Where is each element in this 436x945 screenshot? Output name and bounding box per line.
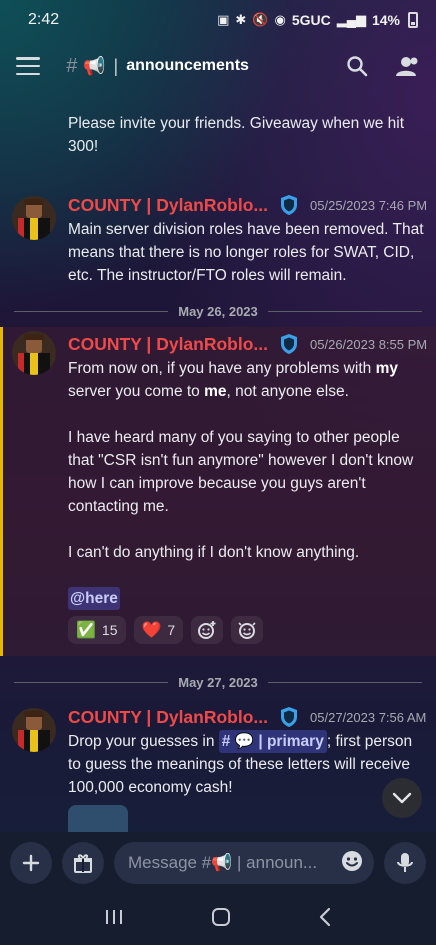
recent-apps-icon[interactable]	[104, 908, 124, 931]
add-reaction-button[interactable]	[191, 616, 224, 644]
battery-icon	[408, 12, 418, 28]
check-mark-icon: ✅	[76, 622, 96, 639]
avatar[interactable]	[12, 331, 56, 375]
verified-badge-icon	[278, 706, 300, 728]
verified-badge-icon	[278, 194, 300, 216]
message-timestamp: 05/25/2023 7:46 PM	[310, 197, 428, 213]
super-reaction-icon	[238, 622, 256, 639]
message-continuation: Please invite your friends. Giveaway whe…	[0, 112, 436, 158]
message-timestamp: 05/27/2023 7:56 AM	[310, 709, 427, 725]
add-super-reaction-button[interactable]	[231, 616, 264, 644]
reaction-bar: ✅ 15 ❤️ 7	[68, 616, 424, 644]
message-input[interactable]: Message #📢 | announ...	[114, 842, 374, 884]
reaction-count: 15	[101, 622, 118, 638]
verified-badge-icon	[278, 333, 300, 355]
message-content: Please invite your friends. Giveaway whe…	[68, 115, 404, 155]
message-input-placeholder: Message #📢 | announ...	[128, 853, 318, 872]
hotspot-icon: ◉	[274, 12, 286, 27]
message-content: Drop your guesses in # 💬 | primary; firs…	[68, 730, 424, 799]
date-divider: May 26, 2023	[0, 299, 436, 323]
reaction-count: 7	[167, 622, 176, 638]
message-highlighted[interactable]: COUNTY | DylanRoblo... 05/26/2023 8:55 P…	[0, 327, 436, 656]
channel-name[interactable]: announcements	[126, 57, 249, 75]
reaction-heart[interactable]: ❤️ 7	[133, 616, 184, 644]
message-content: From now on, if you have any problems wi…	[68, 357, 424, 610]
message-list[interactable]: Please invite your friends. Giveaway whe…	[0, 92, 436, 832]
status-time: 2:42	[28, 11, 60, 28]
menu-icon[interactable]	[16, 57, 40, 75]
author-name[interactable]: COUNTY | DylanRoblo...	[68, 334, 268, 355]
gift-button[interactable]	[62, 842, 104, 884]
megaphone-icon: 📢	[83, 55, 106, 76]
add-reaction-icon	[198, 621, 216, 639]
reaction-check[interactable]: ✅ 15	[68, 616, 126, 644]
status-icons: ▣ ✱ 🔇 ◉ 5GUC ▂▄▆ 14%	[217, 12, 418, 28]
channel-header: # 📢 | announcements	[0, 40, 436, 92]
chevron-down-icon	[392, 792, 412, 804]
emoji-picker-icon[interactable]	[340, 849, 364, 878]
mute-icon: 🔇	[252, 12, 269, 27]
add-attachment-button[interactable]	[10, 842, 52, 884]
back-icon[interactable]	[318, 907, 332, 932]
search-icon[interactable]	[346, 55, 368, 77]
author-name[interactable]: COUNTY | DylanRoblo...	[68, 707, 268, 728]
here-mention[interactable]: @here	[68, 587, 120, 610]
message[interactable]: COUNTY | DylanRoblo... 05/25/2023 7:46 P…	[0, 192, 436, 287]
message[interactable]: COUNTY | DylanRoblo... 05/27/2023 7:56 A…	[0, 704, 436, 832]
home-icon[interactable]	[211, 907, 231, 932]
channel-link-primary[interactable]: # 💬 | primary	[218, 730, 327, 753]
channel-separator: |	[113, 55, 119, 76]
microphone-icon	[397, 853, 413, 872]
channel-hash-icon: #	[66, 54, 78, 77]
members-icon[interactable]	[394, 55, 420, 77]
battery-percent: 14%	[371, 12, 400, 28]
heart-icon: ❤️	[141, 622, 162, 639]
plus-icon	[22, 854, 40, 872]
attachment-thumbnail[interactable]	[68, 805, 128, 832]
jump-to-bottom-button[interactable]	[382, 778, 422, 818]
gift-icon	[74, 854, 92, 873]
voice-message-button[interactable]	[384, 842, 426, 884]
message-composer: Message #📢 | announ...	[0, 832, 436, 894]
avatar[interactable]	[12, 708, 56, 752]
system-navigation-bar	[0, 894, 436, 945]
lock-icon: ▣	[217, 12, 230, 27]
date-divider: May 27, 2023	[0, 670, 436, 694]
avatar[interactable]	[12, 196, 56, 240]
network-type: 5GUC	[291, 12, 331, 28]
signal-icon: ▂▄▆	[336, 12, 366, 27]
message-content: Main server division roles have been rem…	[68, 221, 424, 284]
bluetooth-icon: ✱	[235, 12, 247, 27]
message-timestamp: 05/26/2023 8:55 PM	[310, 336, 428, 352]
author-name[interactable]: COUNTY | DylanRoblo...	[68, 195, 268, 216]
status-bar: 2:42 ▣ ✱ 🔇 ◉ 5GUC ▂▄▆ 14%	[0, 0, 436, 40]
